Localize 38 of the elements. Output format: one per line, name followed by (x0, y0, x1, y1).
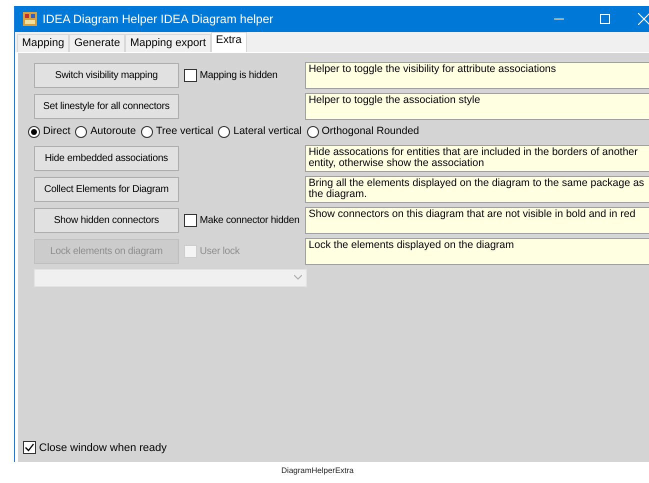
checkbox[interactable] (184, 214, 197, 227)
help-text-box: Hide assocations for entities that are included in the borders of another entity, otherwise show the association (304, 144, 649, 172)
help-text-box: Lock the elements displayed on the diagram (304, 238, 649, 265)
app-icon (23, 12, 37, 26)
close-icon[interactable] (638, 13, 649, 25)
help-text-box: Helper to toggle the association style (304, 93, 649, 120)
action-button[interactable]: Collect Elements for Diagram (34, 176, 179, 202)
radio-label: Direct (43, 124, 70, 139)
radio-label: Tree vertical (156, 124, 214, 139)
checkbox[interactable] (184, 69, 197, 82)
help-text-box: Helper to toggle the visibility for attribute associations (304, 62, 649, 89)
checkbox-label: Close window when ready (39, 440, 167, 456)
caret-icon (294, 275, 302, 280)
checkbox[interactable] (23, 441, 36, 454)
radio-button[interactable] (28, 126, 40, 138)
radio-label: Autoroute (90, 124, 136, 139)
radio-label: Orthogonal Rounded (322, 124, 420, 139)
radio-button[interactable] (218, 126, 230, 138)
tab[interactable]: Mapping export (125, 34, 211, 52)
action-button[interactable]: Switch visibility mapping (34, 63, 179, 88)
tab[interactable]: Mapping (17, 34, 70, 52)
help-text-box: Bring all the elements displayed on the diagram to the same package as the diagram. (304, 176, 649, 203)
action-button[interactable]: Set linestyle for all connectors (34, 94, 179, 119)
maximize-icon[interactable] (600, 14, 610, 24)
checkbox-label: Make connector hidden (200, 214, 300, 228)
action-button[interactable]: Show hidden connectors (34, 208, 179, 233)
help-text-box: Show connectors on this diagram that are not visible in bold and in red (304, 206, 649, 234)
checkbox-label: User lock (200, 244, 240, 259)
action-button[interactable]: Hide embedded associations (34, 146, 179, 171)
radio-label: Lateral vertical (233, 124, 302, 139)
radio-button[interactable] (75, 126, 88, 138)
tab[interactable]: Generate (69, 34, 126, 52)
window-title: IDEA Diagram Helper IDEA Diagram helper (42, 11, 274, 28)
tab[interactable]: Extra (210, 32, 247, 52)
caption: DiagramHelperExtra (280, 466, 355, 476)
radio-button[interactable] (306, 126, 319, 138)
radio-button[interactable] (140, 126, 153, 138)
checkbox-label: Mapping is hidden (200, 69, 278, 83)
